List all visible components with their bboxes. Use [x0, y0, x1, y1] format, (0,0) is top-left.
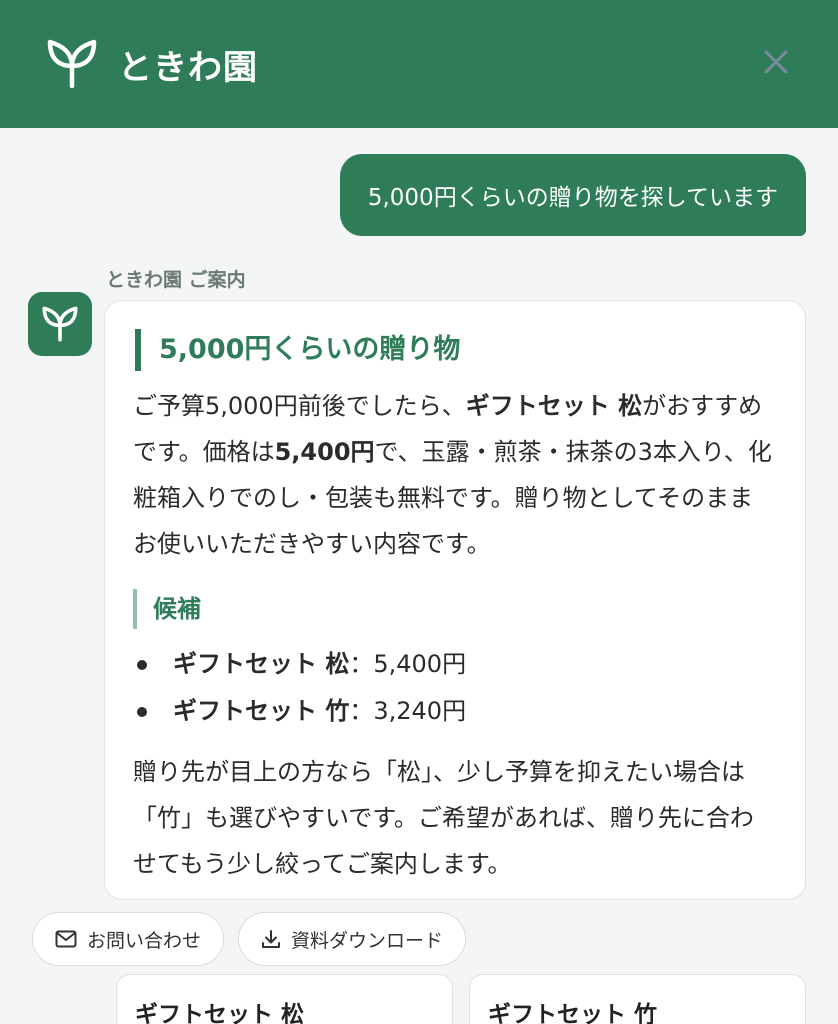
- candidate-price: ：5,400円: [349, 650, 467, 678]
- contact-button[interactable]: お問い合わせ: [32, 912, 225, 966]
- candidate-price: ：3,240円: [349, 697, 467, 725]
- response-heading: 5,000円くらいの贈り物: [135, 329, 777, 371]
- intro-text-1: ご予算5,000円前後でしたら、: [133, 392, 466, 420]
- mail-icon: [55, 930, 77, 948]
- download-icon: [262, 930, 281, 948]
- product-name: ギフトセット 竹: [488, 1002, 658, 1024]
- download-button[interactable]: 資料ダウンロード: [238, 912, 467, 966]
- leaf-icon: [47, 39, 97, 89]
- product-name: ギフトセット 松: [135, 1002, 305, 1024]
- bullet-icon: [137, 660, 147, 670]
- candidate-list: ギフトセット 松：5,400円 ギフトセット 竹：3,240円: [133, 641, 777, 735]
- action-buttons: お問い合わせ 資料ダウンロード: [32, 912, 467, 966]
- app-header: ときわ園: [0, 0, 838, 128]
- candidates-heading: 候補: [133, 589, 777, 629]
- close-button[interactable]: [760, 46, 792, 78]
- response-intro: ご予算5,000円前後でしたら、ギフトセット 松がおすすめです。価格は5,400…: [133, 383, 777, 567]
- bot-response-card: 5,000円くらいの贈り物 ご予算5,000円前後でしたら、ギフトセット 松がお…: [104, 300, 806, 900]
- product-card-take[interactable]: ギフトセット 竹: [469, 974, 806, 1024]
- list-item: ギフトセット 竹：3,240円: [133, 688, 777, 735]
- leaf-icon: [42, 306, 78, 342]
- user-message-text: 5,000円くらいの贈り物を探しています: [367, 185, 778, 211]
- bullet-icon: [137, 707, 147, 717]
- user-message: 5,000円くらいの贈り物を探しています: [339, 154, 806, 236]
- candidate-name: ギフトセット 竹: [173, 697, 350, 725]
- list-item: ギフトセット 松：5,400円: [133, 641, 777, 688]
- close-icon: [764, 50, 788, 74]
- brand-name: ときわ園: [118, 47, 258, 88]
- bot-avatar: [28, 292, 92, 356]
- intro-product-name: ギフトセット 松: [465, 392, 643, 420]
- contact-button-label: お問い合わせ: [87, 929, 202, 952]
- response-closing: 贈り先が目上の方なら「松」、少し予算を抑えたい場合は「竹」も選びやすいです。ご希…: [133, 758, 754, 878]
- intro-price: 5,400円: [274, 438, 375, 466]
- candidate-name: ギフトセット 松: [173, 650, 350, 678]
- download-button-label: 資料ダウンロード: [291, 929, 444, 952]
- bot-label: ときわ園 ご案内: [106, 269, 246, 291]
- product-card-matsu[interactable]: ギフトセット 松: [116, 974, 453, 1024]
